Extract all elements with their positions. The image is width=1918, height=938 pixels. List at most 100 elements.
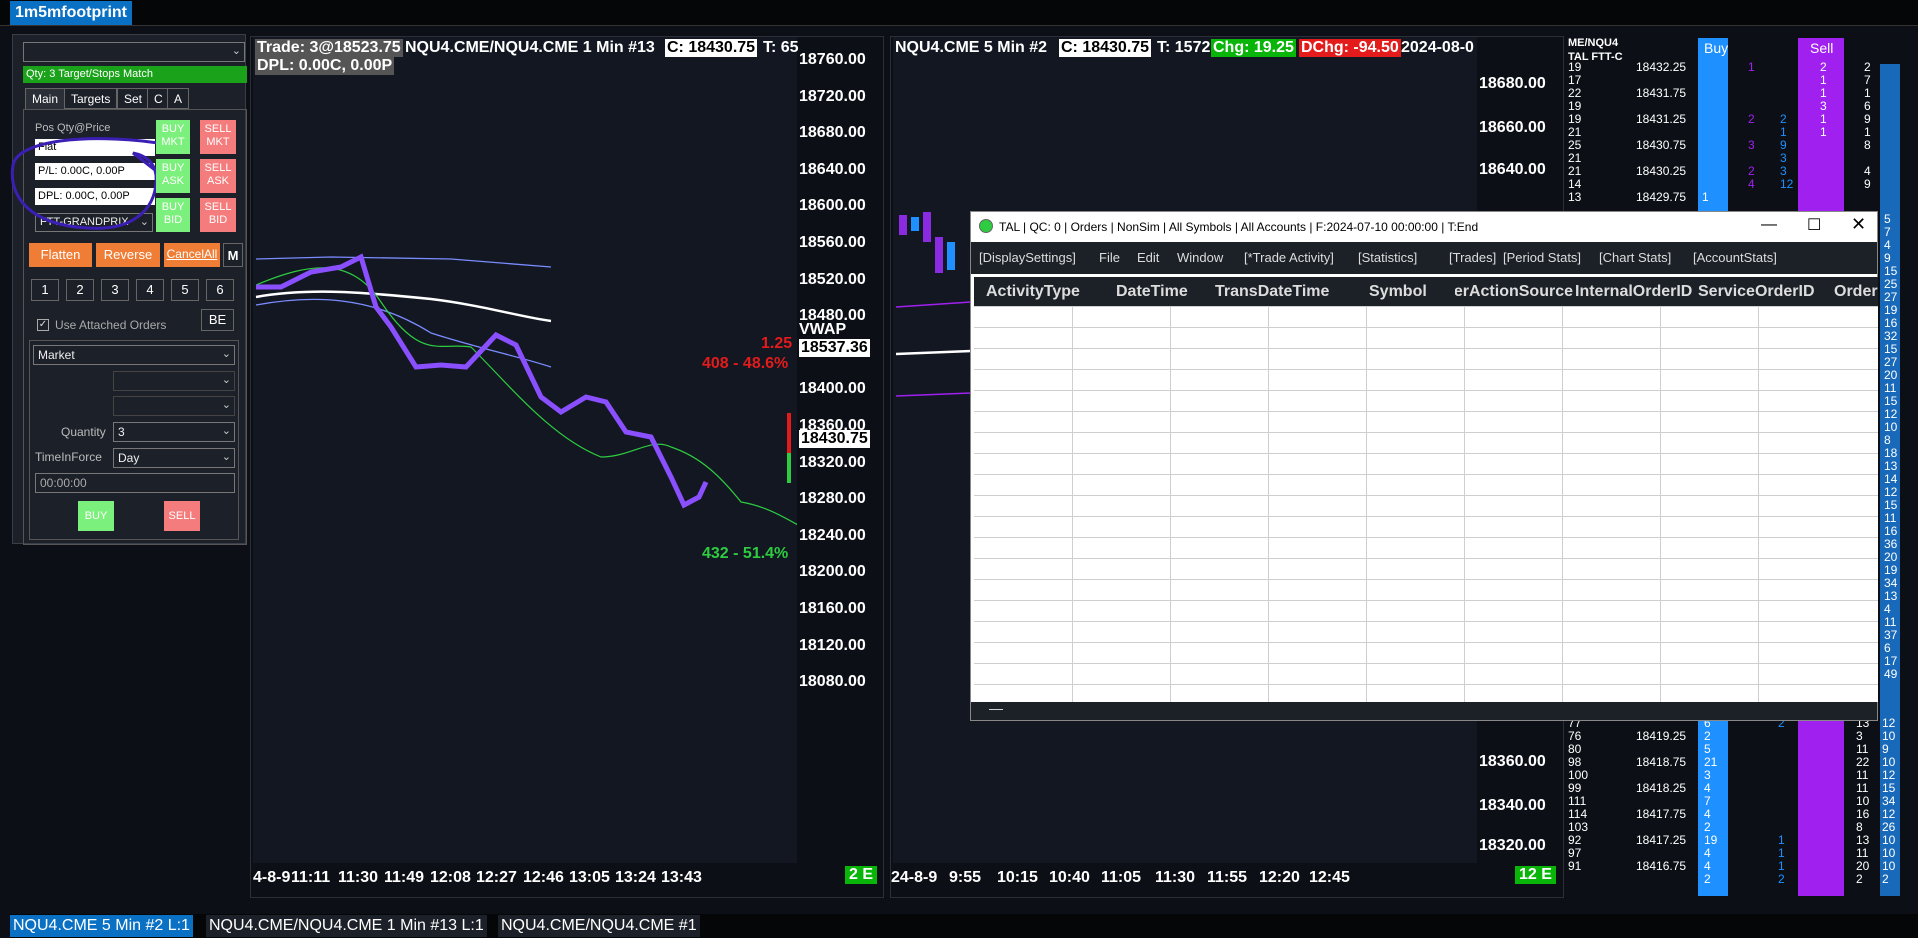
col-order-action-source[interactable]: OrderActionSource [1455, 283, 1573, 301]
ladder-row[interactable]: 91 18416.75 4 1 20 10 [1564, 859, 1918, 873]
ladder-row[interactable]: 80 5 11 9 [1564, 742, 1918, 756]
menu-trades[interactable]: [Trades] [1449, 250, 1496, 265]
account-select[interactable]: ⌄ [23, 42, 245, 62]
ladder-row[interactable]: 97 4 1 11 10 [1564, 846, 1918, 860]
order-type-select[interactable]: Market ⌄ [33, 345, 235, 365]
price-field-1[interactable]: ⌄ [113, 371, 235, 391]
sell-ask-button[interactable]: SELL ASK [200, 159, 236, 193]
ladder-row[interactable]: 103 2 8 26 [1564, 820, 1918, 834]
chart-1m-y-axis[interactable]: 18760.00 18720.00 18680.00 18640.00 18600.00… [797, 37, 885, 863]
qty-button-3[interactable]: 3 [101, 279, 129, 301]
col-activity-type[interactable]: ActivityType [986, 283, 1098, 301]
menu-window[interactable]: Window [1177, 250, 1223, 265]
ladder-row[interactable]: 19 3 6 [1564, 99, 1918, 113]
menu-chart-stats[interactable]: [Chart Stats] [1599, 250, 1671, 265]
tab-set[interactable]: Set [117, 88, 150, 109]
menu-file[interactable]: File [1099, 250, 1120, 265]
chevron-down-icon: ⌄ [221, 348, 231, 360]
quantity-select[interactable]: 3 ⌄ [113, 422, 235, 442]
maximize-icon[interactable]: ☐ [1807, 215, 1821, 235]
ladder-row[interactable]: 76 18419.25 2 3 10 [1564, 729, 1918, 743]
ladder-row[interactable]: 2 2 2 2 [1564, 872, 1918, 886]
ladder-row[interactable]: 114 18417.75 4 16 12 [1564, 807, 1918, 821]
time-field[interactable]: 00:00:00 [35, 473, 235, 493]
ladder-row[interactable]: 25 18430.75 3 9 8 [1564, 138, 1918, 152]
ladder-row[interactable]: 111 7 10 34 [1564, 794, 1918, 808]
col-trans-datetime[interactable]: TransDateTime [1215, 283, 1333, 301]
qty-button-5[interactable]: 5 [171, 279, 199, 301]
sell-bid-button[interactable]: SELL BID [200, 198, 236, 232]
ladder-row[interactable]: 19 18431.25 1 2 2 9 [1564, 112, 1918, 126]
ladder-row[interactable]: 100 3 11 12 [1564, 768, 1918, 782]
ladder-row[interactable]: 92 18417.25 19 1 13 10 [1564, 833, 1918, 847]
sell-button[interactable]: SELL [164, 501, 200, 531]
menu-account-stats[interactable]: [AccountStats] [1693, 250, 1777, 265]
chart-1m[interactable]: Trade: 3@18523.75 NQU4.CME/NQU4.CME 1 Mi… [250, 36, 884, 898]
ladder-price: 18417.25 [1636, 833, 1687, 847]
ladder-row[interactable]: 21 1 1 1 [1564, 125, 1918, 139]
footer-minimize-icon[interactable]: — [989, 700, 1003, 716]
ladder-price: 18419.25 [1636, 729, 1687, 743]
ladder-right: 9 [1864, 112, 1871, 126]
buy-bid-button[interactable]: BUY BID [156, 198, 190, 232]
menu-edit[interactable]: Edit [1137, 250, 1159, 265]
tab-chart-1[interactable]: NQU4.CME/NQU4.CME #1 [498, 915, 700, 937]
qty-button-4[interactable]: 4 [136, 279, 164, 301]
close-icon[interactable]: ✕ [1851, 214, 1866, 235]
m-button[interactable]: M [223, 243, 243, 267]
col-datetime[interactable]: DateTime [1116, 283, 1212, 301]
cancel-all-button[interactable]: CancelAll [164, 243, 220, 267]
qty-button-2[interactable]: 2 [66, 279, 94, 301]
x-tick-label: 11:30 [338, 869, 379, 886]
sell-mkt-button[interactable]: SELL MKT [200, 120, 236, 154]
ladder-row[interactable]: 98 18418.75 21 22 10 [1564, 755, 1918, 769]
qty-button-6[interactable]: 6 [206, 279, 234, 301]
col-symbol[interactable]: Symbol [1369, 283, 1449, 301]
chart-1m-x-axis[interactable]: 4-8-9 11:11 11:30 11:49 12:08 12:27 12:46 13:05… [251, 863, 797, 899]
menu-period-stats[interactable]: [Period Stats] [1503, 250, 1581, 265]
x-tick-label: 12:20 [1259, 869, 1300, 886]
ladder-right: 10 [1882, 859, 1896, 873]
flatten-button[interactable]: Flatten [29, 243, 92, 267]
ladder-count: 11 [1856, 742, 1869, 756]
tab-chart-1m[interactable]: NQU4.CME/NQU4.CME 1 Min #13 L:1 [206, 915, 487, 937]
ladder-bid: 3 [1704, 768, 1711, 782]
tif-select[interactable]: Day ⌄ [113, 448, 235, 468]
tab-a[interactable]: A [167, 88, 190, 109]
app-tab[interactable]: 1m5mfootprint [10, 1, 132, 25]
tal-orders-grid[interactable]: ActivityType DateTime TransDateTime Symb… [974, 277, 1878, 702]
col-order[interactable]: Order [1834, 283, 1878, 301]
minimize-icon[interactable]: — [1761, 216, 1777, 234]
tal-orders-window[interactable]: TAL | QC: 0 | Orders | NonSim | All Symb… [970, 211, 1878, 721]
ladder-right: 2 [1882, 872, 1889, 886]
ladder-row[interactable]: 13 18429.75 1 [1564, 190, 1918, 204]
tab-targets[interactable]: Targets [64, 88, 118, 109]
menu-display-settings[interactable]: [DisplaySettings] [979, 250, 1076, 265]
tab-chart-5m[interactable]: NQU4.CME 5 Min #2 L:1 [10, 915, 193, 937]
reverse-button[interactable]: Reverse [96, 243, 160, 267]
qty-button-1[interactable]: 1 [31, 279, 59, 301]
tab-main[interactable]: Main [25, 88, 66, 109]
use-attached-checkbox[interactable]: ✓ [37, 319, 49, 331]
ladder-row[interactable]: 14 4 12 9 [1564, 177, 1918, 191]
ladder-right-value: 49 [1884, 667, 1898, 681]
ladder-row[interactable]: 99 18418.25 4 11 15 [1564, 781, 1918, 795]
buy-button[interactable]: BUY [78, 501, 114, 531]
ladder-row[interactable]: 17 1 7 [1564, 73, 1918, 87]
menu-trade-activity[interactable]: [*Trade Activity] [1244, 250, 1334, 265]
ladder-row[interactable]: 21 3 [1564, 151, 1918, 165]
ladder-row[interactable]: 19 18432.25 2 1 2 [1564, 60, 1918, 74]
col-service-order-id[interactable]: ServiceOrderID [1698, 283, 1816, 301]
price-field-2[interactable]: ⌄ [113, 396, 235, 416]
menu-statistics[interactable]: [Statistics] [1358, 250, 1417, 265]
ladder-row[interactable]: 22 18431.75 1 1 [1564, 86, 1918, 100]
be-button[interactable]: BE [201, 309, 234, 331]
ladder-count: 16 [1856, 807, 1870, 821]
buy-ask-button[interactable]: BUY ASK [156, 159, 190, 193]
ladder-row[interactable]: 21 18430.25 2 3 4 [1564, 164, 1918, 178]
chart-1m-close: C: 18430.75 [665, 39, 758, 57]
chart-5m-x-axis[interactable]: 24-8-9 9:55 10:15 10:40 11:05 11:30 11:55 12:20… [891, 863, 1477, 899]
col-internal-order-id[interactable]: InternalOrderID [1575, 283, 1693, 301]
buy-mkt-button[interactable]: BUY MKT [156, 120, 190, 154]
grid-col-line [1660, 306, 1661, 702]
